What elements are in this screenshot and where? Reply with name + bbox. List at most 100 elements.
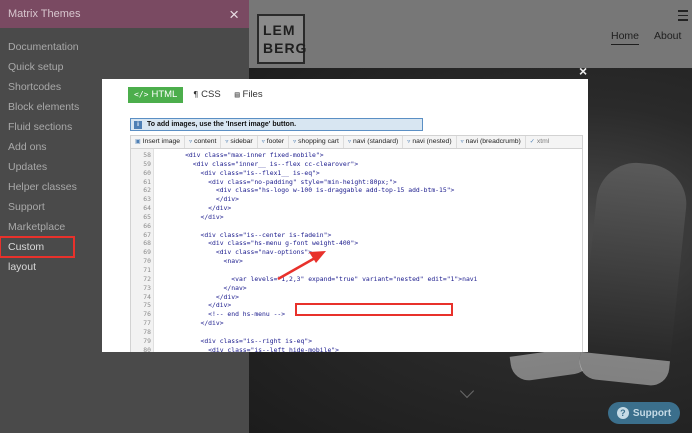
modal-close-icon[interactable]: ×: [579, 63, 587, 79]
toolbar-label: xtml: [536, 138, 550, 145]
line-number: 66: [143, 221, 151, 230]
code-line: 73 </nav>: [131, 283, 582, 293]
line-number: 71: [143, 265, 151, 274]
nav-home-link[interactable]: Home: [611, 30, 640, 45]
code-text: <div class="hs-logo w-100 is-draggable a…: [162, 186, 455, 195]
code-line: 78: [131, 328, 582, 337]
dropdown-icon: ▿: [225, 139, 229, 145]
toolbar-label: Insert image: [142, 138, 181, 145]
tab-label: HTML: [151, 89, 178, 100]
code-text: <div class="nav-options">: [162, 248, 313, 257]
code-text: <div class="is--flex1__ is-eq">: [162, 168, 320, 177]
code-text: </div>: [162, 319, 224, 328]
line-number: 61: [143, 177, 151, 186]
dropdown-icon: ▿: [460, 139, 464, 145]
tab-label: CSS: [201, 89, 221, 100]
code-line: 61 <div class="no-padding" style="min-he…: [131, 177, 582, 187]
code-text: </div>: [162, 195, 239, 204]
code-line: 62 <div class="hs-logo w-100 is-draggabl…: [131, 186, 582, 195]
code-line: 64 </div>: [131, 204, 582, 213]
line-number: 79: [143, 336, 151, 345]
toolbar-button-navi-breadcrumb[interactable]: ▿ navi (breadcrumb): [457, 136, 526, 148]
dropdown-icon: ▿: [347, 139, 351, 145]
code-editor[interactable]: 58 <div class="max-inner fixed-mobile"> 5…: [130, 149, 583, 352]
code-line: 60 <div class="is--flex1__ is-eq">: [131, 168, 582, 178]
code-line: 72 <var levels="1,2,3" expand="true" var…: [131, 275, 582, 284]
code-text: </div>: [162, 301, 232, 310]
sidebar-item-custom-layout[interactable]: Custom layout: [0, 236, 75, 273]
toolbar-button-content[interactable]: ▿ content: [185, 136, 222, 148]
logo-line-2: BERG: [263, 40, 308, 56]
line-number: 76: [143, 310, 151, 319]
dropdown-icon: ▿: [189, 139, 193, 145]
toolbar-button-insert-image[interactable]: ▣ Insert image: [131, 136, 186, 148]
sidebar-item-documentation[interactable]: Documentation: [0, 37, 249, 57]
toolbar-label: navi (breadcrumb): [465, 138, 521, 145]
toolbar-button-xtml[interactable]: ✓ xtml: [526, 136, 554, 148]
code-text: <div class="no-padding" style="min-heigh…: [162, 177, 397, 186]
toolbar-label: navi (standard): [352, 138, 399, 145]
toolbar-button-navi-standard[interactable]: ▿ navi (standard): [344, 136, 404, 148]
line-number: 59: [143, 159, 151, 168]
hamburger-icon[interactable]: [678, 10, 688, 24]
code-text: </div>: [162, 204, 232, 213]
tab-html-icon: </>: [134, 90, 149, 99]
sneaker-image-right: [577, 158, 691, 388]
dropdown-icon: ▿: [407, 139, 411, 145]
code-line: 65 </div>: [131, 213, 582, 222]
code-line: 70 <nav>: [131, 257, 582, 266]
dropdown-icon: ▿: [261, 139, 265, 145]
line-number: 73: [143, 283, 151, 292]
code-line: 69 <div class="nav-options">: [131, 248, 582, 257]
question-icon: ?: [616, 407, 629, 419]
toolbar-button-footer[interactable]: ▿ footer: [258, 136, 290, 148]
code-line: 79 <div class="is--right is-eq">: [131, 336, 582, 346]
toolbar-button-shopping-cart[interactable]: ▿ shopping cart: [289, 136, 344, 148]
code-text: <div class="max-inner fixed-mobile">: [162, 151, 324, 159]
toolbar-button-sidebar[interactable]: ▿ sidebar: [221, 136, 258, 148]
code-line: 63 </div>: [131, 195, 582, 204]
line-number: 75: [143, 301, 151, 310]
info-text: To add images, use the 'Insert image' bu…: [147, 121, 297, 128]
editor-tabs: </> HTML ¶ CSS ▤ Files: [128, 87, 273, 103]
code-line: 67 <div class="is--center is-fadein">: [131, 230, 582, 240]
layout-editor-modal: </> HTML ¶ CSS ▤ Files i To add images, use t…: [102, 79, 588, 352]
site-logo[interactable]: LEM BERG: [257, 14, 308, 64]
tab-files[interactable]: ▤ Files: [231, 87, 267, 103]
dropdown-icon: ▣: [135, 139, 141, 145]
toolbar-label: shopping cart: [298, 138, 339, 145]
code-text: <div class="is--center is-fadein">: [162, 230, 332, 239]
code-text: <div class="is--right is-eq">: [162, 336, 313, 345]
sidebar-item-quick-setup[interactable]: Quick setup: [0, 57, 249, 77]
code-line: 68 <div class="hs-menu g-font weight-400…: [131, 239, 582, 248]
line-number: 67: [143, 230, 151, 239]
sidebar-close-icon[interactable]: ×: [229, 6, 239, 23]
sidebar-header: Matrix Themes ×: [0, 0, 249, 28]
info-notice: i To add images, use the 'Insert image' …: [130, 118, 423, 131]
code-text: <!-- end hs-menu -->: [162, 310, 286, 319]
dropdown-icon: ✓: [529, 139, 535, 145]
toolbar-label: navi (nested): [412, 138, 452, 145]
info-icon: i: [134, 120, 142, 129]
tab-css[interactable]: ¶ CSS: [189, 87, 224, 103]
toolbar-label: sidebar: [230, 138, 253, 145]
code-text: <div class="inner__ is--flex cc-clearove…: [162, 159, 359, 168]
editor-toolbar: ▣ Insert image ▿ content ▿ sidebar ▿ footer ▿ sho…: [130, 135, 583, 149]
line-number: 60: [143, 168, 151, 177]
dropdown-icon: ▿: [293, 139, 297, 145]
nav-about-link[interactable]: About: [654, 30, 681, 42]
toolbar-button-navi-nested[interactable]: ▿ navi (nested): [403, 136, 457, 148]
support-button[interactable]: ? Support: [608, 402, 680, 424]
code-line: 71: [131, 265, 582, 275]
line-number: 74: [143, 292, 151, 301]
tab-html[interactable]: </> HTML: [128, 87, 184, 103]
line-number: 64: [143, 204, 151, 213]
code-text: </div>: [162, 292, 239, 301]
code-text: </nav>: [162, 283, 247, 292]
code-line: 66: [131, 221, 582, 231]
code-text: <div class="hs-menu g-font weight-400">: [162, 239, 359, 248]
code-line: 58 <div class="max-inner fixed-mobile">: [131, 151, 582, 160]
sidebar-title: Matrix Themes: [8, 8, 81, 20]
